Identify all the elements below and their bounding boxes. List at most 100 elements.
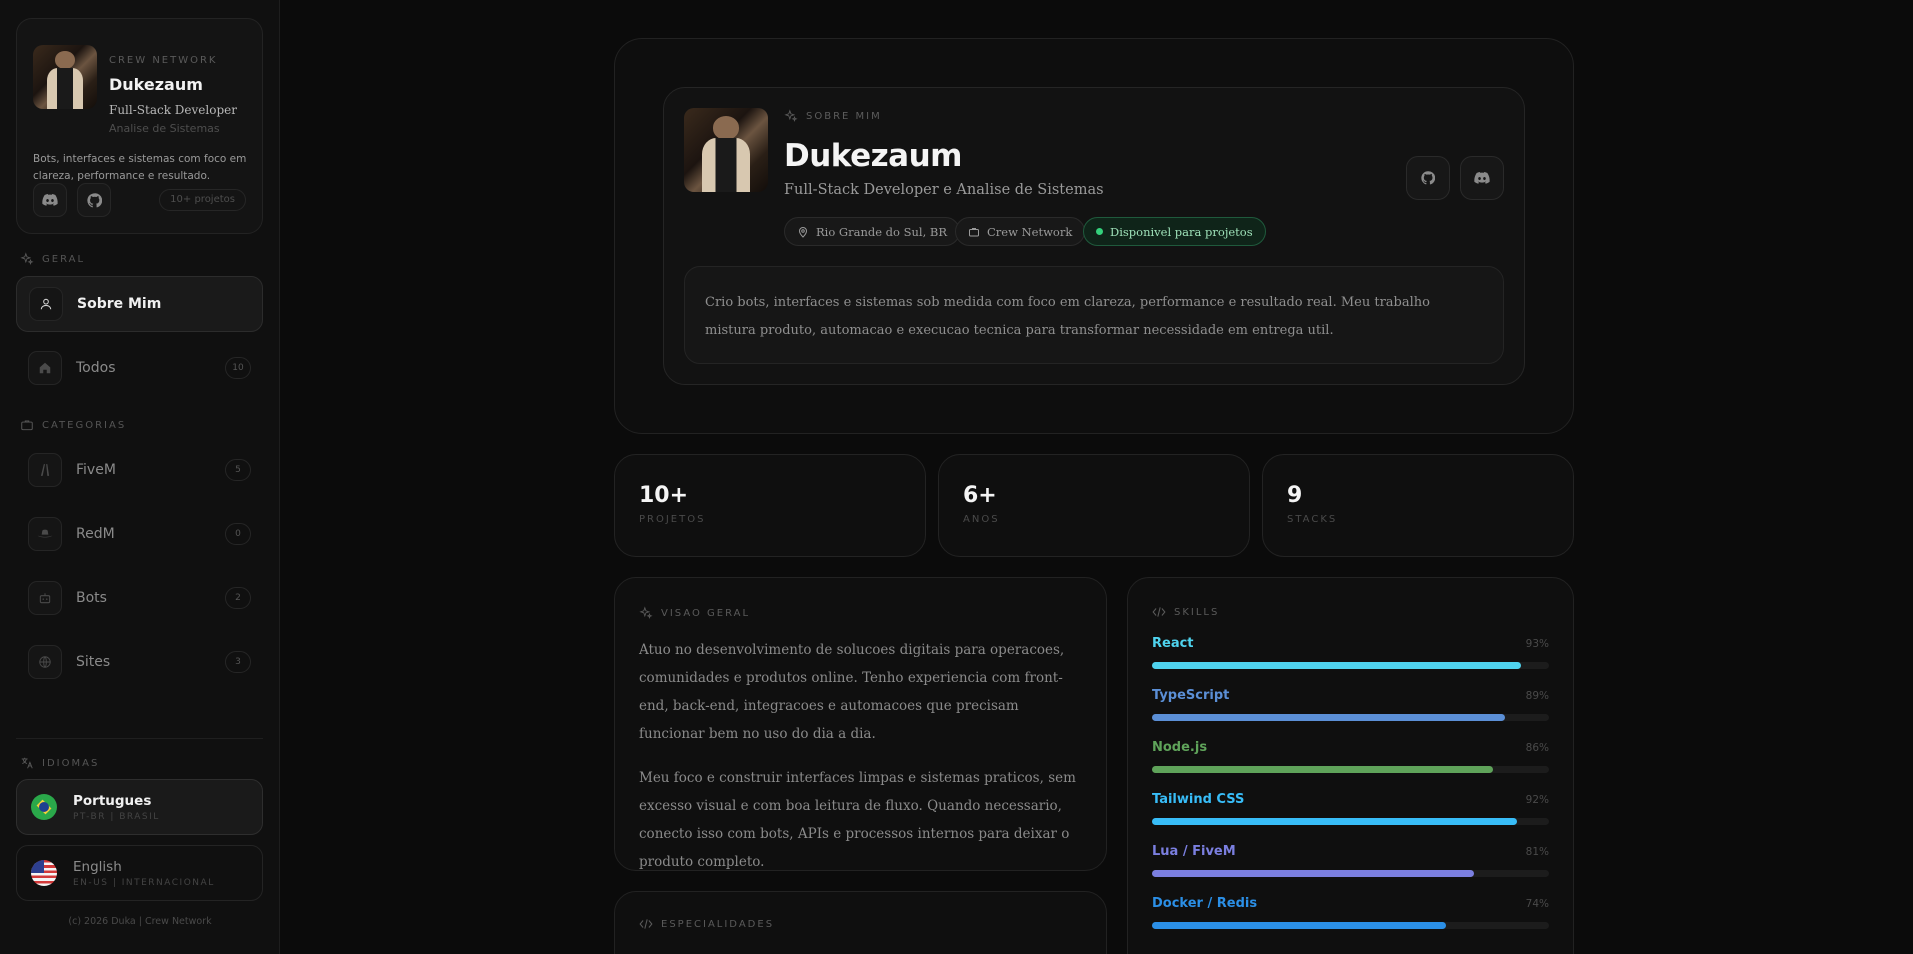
cowboy-hat-icon [28, 517, 62, 551]
github-icon [1421, 171, 1435, 185]
skill-row: Tailwind CSS 92% [1152, 792, 1549, 832]
skill-row: TypeScript 89% [1152, 688, 1549, 728]
profile-kicker: CREW NETWORK [109, 55, 218, 66]
language-text: English EN-US | INTERNACIONAL [73, 859, 215, 888]
nav-count: 5 [225, 459, 251, 481]
skill-bar-track [1152, 922, 1549, 929]
nav-item-redm[interactable]: RedM 0 [16, 506, 263, 562]
code-icon [1152, 607, 1166, 617]
language-code: PT-BR | BRASIL [73, 811, 160, 822]
github-icon [86, 192, 102, 207]
stat-label: ANOS [963, 514, 1000, 525]
status-dot [1096, 228, 1103, 235]
skill-row: React 93% [1152, 636, 1549, 676]
footer: (c) 2026 Duka | Crew Network [68, 916, 212, 927]
sidebar: CREW NETWORK Dukezaum Full-Stack Develop… [0, 0, 280, 954]
nav-count: 3 [225, 651, 251, 673]
skill-name: Tailwind CSS [1152, 792, 1245, 807]
specialties-panel: ESPECIALIDADES [614, 891, 1107, 954]
skill-bar-fill [1152, 766, 1494, 773]
discord-button[interactable] [33, 183, 67, 217]
skill-name: Docker / Redis [1152, 896, 1258, 911]
nav-item-bots[interactable]: Bots 2 [16, 570, 263, 626]
discord-icon [42, 194, 58, 206]
skill-bar-track [1152, 766, 1549, 773]
skill-name: TypeScript [1152, 688, 1230, 703]
skills-kicker-text: SKILLS [1174, 606, 1220, 618]
skill-bar-track [1152, 870, 1549, 877]
nav-item-fivem[interactable]: FiveM 5 [16, 442, 263, 498]
section-label-languages: IDIOMAS [20, 756, 99, 770]
overview-paragraph: Meu foco e construir interfaces limpas e… [639, 770, 1076, 870]
hero-name: Dukezaum [784, 138, 962, 174]
nav-count: 10 [225, 357, 251, 379]
nav-label: FiveM [76, 462, 116, 478]
projects-badge: 10+ projetos [159, 189, 246, 211]
github-button[interactable] [77, 183, 111, 217]
location-chip: Rio Grande do Sul, BR [784, 217, 961, 246]
section-label-text: IDIOMAS [42, 757, 100, 769]
skill-bar-fill [1152, 922, 1446, 929]
overview-kicker-text: VISAO GERAL [661, 607, 751, 619]
github-button[interactable] [1406, 156, 1450, 200]
profile-subtitle: Analise de Sistemas [109, 122, 220, 135]
home-icon [28, 351, 62, 385]
nav-label: Bots [76, 590, 107, 606]
skill-bar-fill [1152, 818, 1518, 825]
specialties-kicker: ESPECIALIDADES [639, 918, 774, 930]
language-name: English [73, 858, 122, 875]
stat-label: STACKS [1287, 514, 1338, 525]
nav-item-sites[interactable]: Sites 3 [16, 634, 263, 690]
nav-label: Sites [76, 654, 111, 670]
location-text: Rio Grande do Sul, BR [816, 224, 948, 239]
hero-kicker: SOBRE MIM [784, 109, 882, 123]
user-icon [29, 287, 63, 321]
nav-label: Todos [76, 360, 116, 376]
nav-count: 2 [225, 587, 251, 609]
avatar [33, 45, 97, 109]
language-name: Portugues [73, 792, 152, 809]
nav-count: 0 [225, 523, 251, 545]
specialties-kicker-text: ESPECIALIDADES [661, 918, 775, 930]
usa-flag-icon [31, 860, 57, 886]
discord-button[interactable] [1460, 156, 1504, 200]
language-option-portugues[interactable]: Portugues PT-BR | BRASIL [16, 779, 263, 835]
language-text: Portugues PT-BR | BRASIL [73, 793, 160, 822]
section-label-categories: CATEGORIAS [20, 418, 126, 432]
hero-card: SOBRE MIM Dukezaum Full-Stack Developer … [663, 87, 1525, 385]
sparkles-icon [784, 109, 798, 122]
skill-name: Node.js [1152, 740, 1208, 755]
nav-item-todos[interactable]: Todos 10 [16, 340, 263, 396]
hero-kicker-text: SOBRE MIM [806, 110, 882, 122]
brazil-flag-icon [31, 794, 57, 820]
nav-label: RedM [76, 526, 115, 542]
briefcase-icon [21, 420, 33, 431]
profile-description: Bots, interfaces e sistemas com foco em … [33, 153, 247, 182]
hero-role: Full-Stack Developer e Analise de Sistem… [784, 182, 1104, 198]
section-label-text: GERAL [42, 253, 86, 265]
skill-percent: 92% [1525, 794, 1549, 806]
stat-value: 10+ [639, 483, 689, 508]
language-option-english[interactable]: English EN-US | INTERNACIONAL [16, 845, 263, 901]
section-label-general: GERAL [20, 252, 85, 266]
nav-item-sobre-mim[interactable]: Sobre Mim [16, 276, 263, 332]
skill-percent: 89% [1525, 690, 1549, 702]
code-icon [639, 919, 653, 929]
overview-kicker: VISAO GERAL [639, 606, 750, 620]
globe-icon [28, 645, 62, 679]
stat-label: PROJETOS [639, 514, 706, 525]
network-text: Crew Network [987, 224, 1073, 239]
skill-name: Lua / FiveM [1152, 844, 1236, 859]
stat-card-years: 6+ ANOS [938, 454, 1250, 557]
sparkles-icon [639, 606, 653, 619]
skill-percent: 86% [1525, 742, 1549, 754]
skill-row: Node.js 86% [1152, 740, 1549, 780]
nav-label: Sobre Mim [77, 296, 162, 312]
overview-panel: VISAO GERAL Atuo no desenvolvimento de s… [614, 577, 1107, 871]
translate-icon [21, 757, 33, 769]
bot-icon [28, 581, 62, 615]
section-label-text: CATEGORIAS [42, 419, 127, 431]
skill-bar-fill [1152, 662, 1522, 669]
skills-kicker: SKILLS [1152, 606, 1219, 618]
skill-percent: 74% [1525, 898, 1549, 910]
